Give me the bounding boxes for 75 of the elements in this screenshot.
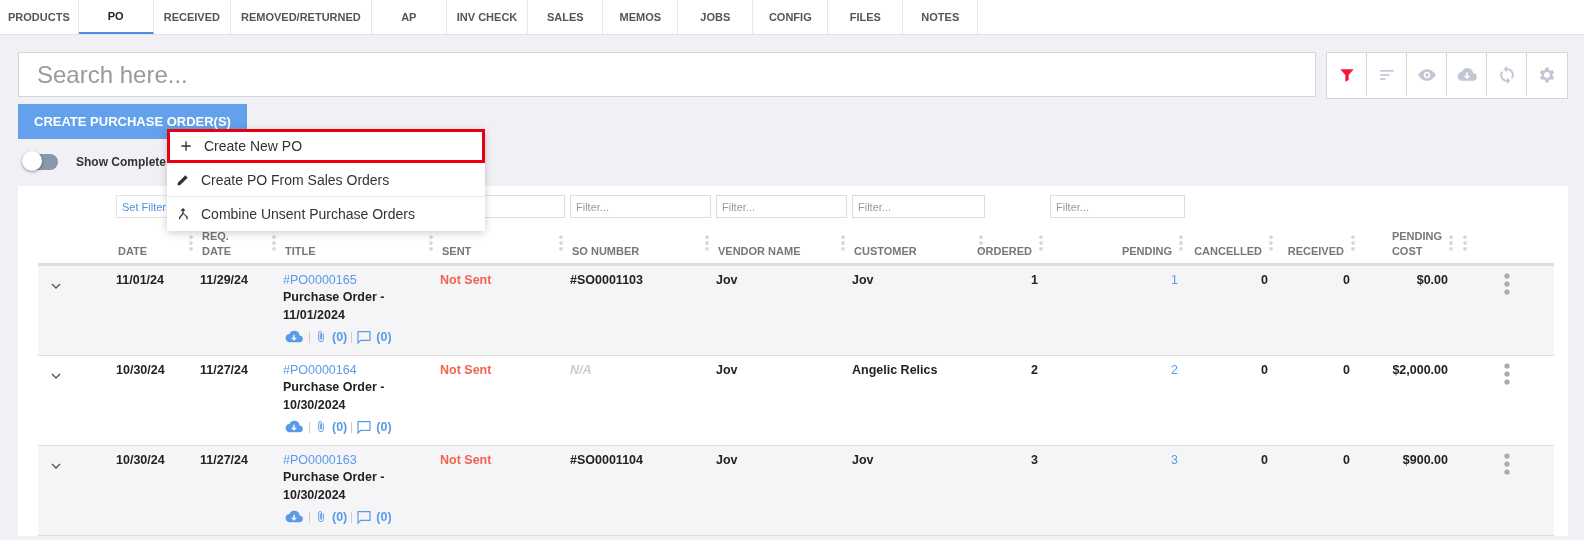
table-cell-text: Jov — [852, 273, 875, 289]
table-cell-text: 3 — [1170, 453, 1179, 469]
comment-count[interactable]: (0) — [376, 330, 392, 344]
table-cell-text: 10/30/24 — [116, 363, 166, 379]
table-cell-text: 11/01/24 — [116, 273, 165, 289]
column-header[interactable]: PENDING — [1121, 244, 1172, 259]
column-header[interactable]: CANCELLED — [1194, 244, 1262, 259]
table-cell-text: 1 — [1030, 273, 1039, 289]
table-cell-text: $2,000.00 — [1391, 363, 1449, 379]
table-cell-text: 0 — [1260, 363, 1269, 379]
table-cell-text: 3 — [1030, 453, 1039, 469]
attachment-count[interactable]: (0) — [332, 420, 348, 434]
table-cell-text: 11/29/24 — [200, 273, 249, 289]
column-header[interactable]: SENT — [442, 244, 472, 259]
filter-field[interactable]: Filter... — [570, 195, 711, 218]
table-cell-text: 0 — [1260, 453, 1269, 469]
filter-field[interactable]: Filter... — [716, 195, 847, 218]
table-cell-text: 10/30/24 — [116, 453, 166, 469]
table-cell-text: 0 — [1260, 273, 1269, 289]
po-link[interactable]: #PO0000164 — [283, 363, 357, 377]
column-header[interactable]: DATE — [118, 244, 148, 259]
table-cell-text: #SO0001103 — [570, 273, 644, 289]
attachment-count[interactable]: (0) — [332, 510, 348, 524]
po-title: Purchase Order - 11/01/2024 — [283, 289, 386, 324]
column-header[interactable]: SO NUMBER — [572, 244, 640, 259]
toggle-switch[interactable] — [24, 154, 58, 170]
po-link[interactable]: #PO0000163 — [283, 453, 357, 467]
comment-icon[interactable] — [356, 329, 373, 345]
filter-field[interactable]: Filter... — [1050, 195, 1185, 218]
column-header[interactable]: REQ. DATE — [202, 229, 232, 259]
table-cell-text: 0 — [1342, 363, 1351, 379]
comment-count[interactable]: (0) — [376, 510, 392, 524]
table-cell-text: 1 — [1170, 273, 1179, 289]
table-cell-text: 11/27/24 — [200, 363, 249, 379]
column-header[interactable]: ORDERED — [977, 244, 1032, 259]
table-cell-text: Jov — [716, 363, 739, 379]
column-header[interactable]: CUSTOMER — [854, 244, 917, 259]
plus-icon — [178, 138, 194, 154]
more-options-icon[interactable] — [1504, 453, 1510, 475]
table-cell-text: 2 — [1030, 363, 1039, 379]
table-cell-text: 11/27/24 — [200, 453, 249, 469]
comment-count[interactable]: (0) — [376, 420, 392, 434]
table-cell-text: Not Sent — [440, 363, 493, 379]
more-options-icon[interactable] — [1504, 273, 1510, 295]
menu-item[interactable]: Combine Unsent Purchase Orders — [167, 197, 485, 231]
table-cell-text: Not Sent — [440, 273, 493, 289]
po-link[interactable]: #PO0000165 — [283, 273, 357, 287]
create-button[interactable]: CREATE PURCHASE ORDER(S) — [18, 104, 247, 139]
filter-field[interactable]: Filter... — [852, 195, 985, 218]
search-field[interactable]: Search here... — [18, 52, 1316, 97]
po-title: Purchase Order - 10/30/2024 — [283, 469, 386, 504]
menu-item[interactable]: Create PO From Sales Orders — [167, 163, 485, 197]
menu-item[interactable]: Create New PO — [167, 129, 485, 163]
more-options-icon[interactable] — [1504, 363, 1510, 385]
comment-icon[interactable] — [356, 419, 373, 435]
table-cell-text: Jov — [716, 453, 739, 469]
column-header[interactable]: VENDOR NAME — [718, 244, 801, 259]
table-cell-text: 0 — [1342, 453, 1351, 469]
table-cell-text: $0.00 — [1415, 273, 1449, 289]
table-cell-text: 0 — [1342, 273, 1351, 289]
table-cell-text: Jov — [852, 453, 875, 469]
column-header[interactable]: PENDING COST — [1391, 229, 1442, 259]
po-title: Purchase Order - 10/30/2024 — [283, 379, 386, 414]
table-cell-text: 2 — [1170, 363, 1179, 379]
table-cell-text: Not Sent — [440, 453, 493, 469]
comment-icon[interactable] — [356, 509, 373, 525]
attachment-count[interactable]: (0) — [332, 330, 348, 344]
column-header[interactable]: TITLE — [285, 244, 316, 259]
table-cell-text: $900.00 — [1401, 453, 1449, 469]
table-cell-text: Jov — [716, 273, 739, 289]
column-header[interactable]: RECEIVED — [1287, 244, 1344, 259]
toggle-label: Show Complete — [76, 155, 166, 169]
table-cell-text: #SO0001104 — [570, 453, 644, 469]
table-cell-text: Angelic Relics — [852, 363, 939, 379]
tab[interactable]: PO — [78, 0, 154, 34]
